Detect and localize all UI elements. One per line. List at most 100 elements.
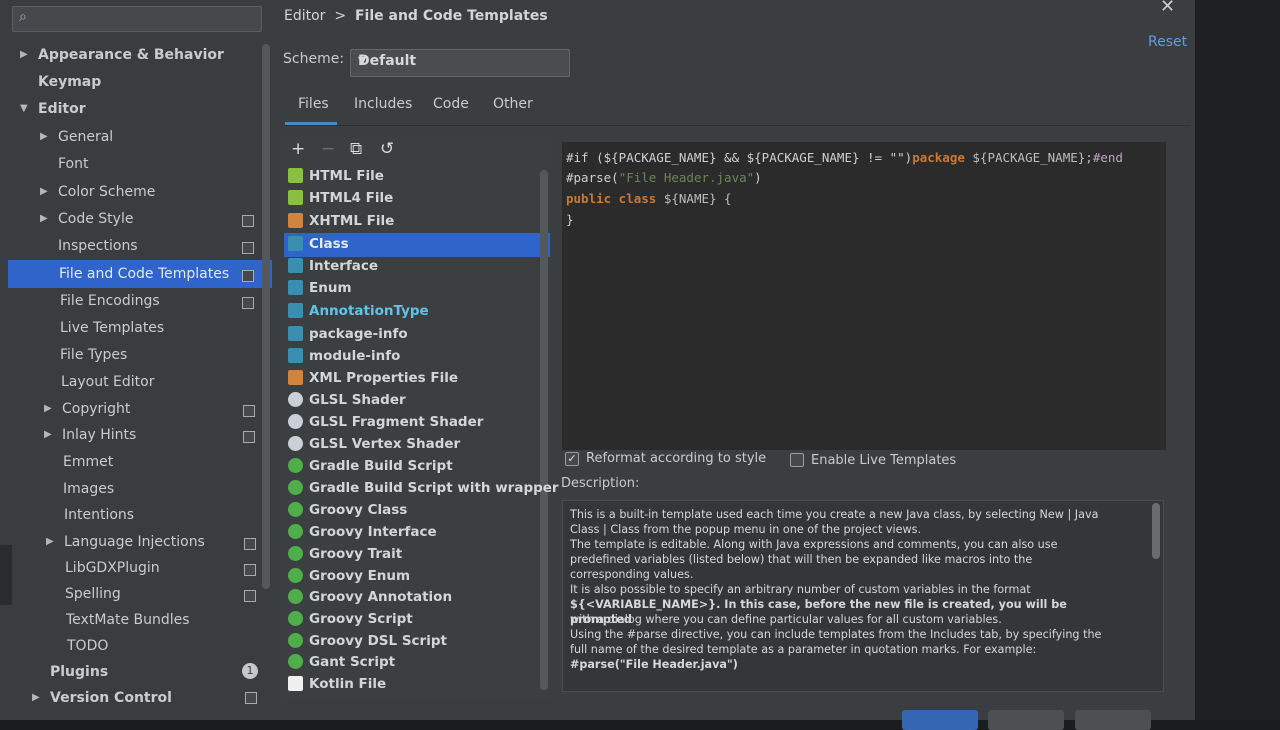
tree-item-textmate-bundles[interactable]: TextMate Bundles [66, 608, 190, 632]
tree-item-language-injections[interactable]: ▶ Language Injections [46, 530, 205, 554]
template-item[interactable]: GLSL Vertex Shader [288, 433, 460, 455]
background-right [1195, 0, 1280, 720]
template-item[interactable]: XML Properties File [288, 367, 458, 389]
template-item[interactable]: Groovy Annotation [288, 586, 452, 608]
tab-includes[interactable]: Includes [354, 96, 412, 112]
expand-arrow-icon[interactable]: ▶ [40, 180, 48, 204]
template-item[interactable]: Gradle Build Script with wrapper [288, 477, 559, 499]
template-item[interactable]: Groovy Script [288, 608, 413, 630]
remove-icon[interactable]: − [321, 139, 335, 159]
tree-item-libgdxplugin[interactable]: LibGDXPlugin [65, 556, 160, 580]
ok-button[interactable] [902, 710, 978, 730]
description-line: Using the #parse directive, you can incl… [570, 628, 1102, 641]
gradle-icon [288, 480, 303, 495]
description-line: with a dialog where you can define parti… [570, 613, 1002, 626]
tree-item-label: Font [58, 156, 89, 172]
add-icon[interactable]: + [291, 139, 305, 159]
tree-item-general[interactable]: ▶ General [40, 125, 113, 149]
search-icon: ⌕ [19, 9, 27, 25]
template-item[interactable]: Groovy Interface [288, 521, 437, 543]
breadcrumb-parent[interactable]: Editor [284, 8, 325, 24]
tab-other[interactable]: Other [493, 96, 533, 112]
tree-item-color-scheme[interactable]: ▶ Color Scheme [40, 180, 155, 204]
tree-item-label: Inlay Hints [62, 427, 137, 443]
expand-arrow-icon[interactable]: ▶ [32, 686, 40, 710]
template-item[interactable]: HTML File [288, 165, 384, 187]
settings-search-input[interactable]: ⌕ [12, 6, 262, 32]
cancel-button[interactable] [988, 710, 1064, 730]
expand-arrow-icon[interactable]: ▶ [44, 423, 52, 447]
tree-item-editor[interactable]: ▼ Editor [20, 97, 86, 121]
project-scope-icon [244, 590, 256, 602]
expand-arrow-icon[interactable]: ▶ [40, 125, 48, 149]
template-item[interactable]: Groovy Class [288, 499, 407, 521]
tab-code[interactable]: Code [433, 96, 469, 112]
tree-item-code-style[interactable]: ▶ Code Style [40, 207, 133, 231]
live-templates-checkbox[interactable] [790, 453, 804, 467]
tree-item-inlay-hints[interactable]: ▶ Inlay Hints [44, 423, 137, 447]
template-item[interactable]: Gradle Build Script [288, 455, 453, 477]
tree-item-copyright[interactable]: ▶ Copyright [44, 397, 130, 421]
expand-arrow-icon[interactable]: ▶ [44, 397, 52, 421]
tree-item-font[interactable]: Font [58, 152, 88, 176]
tree-item-spelling[interactable]: Spelling [65, 582, 121, 606]
template-item[interactable]: Interface [288, 255, 378, 277]
template-list-scrollbar[interactable] [540, 170, 548, 690]
collapse-arrow-icon[interactable]: ▼ [20, 97, 28, 121]
tree-item-keymap[interactable]: Keymap [38, 70, 101, 94]
expand-arrow-icon[interactable]: ▶ [46, 530, 54, 554]
description-scrollbar[interactable] [1152, 503, 1160, 559]
template-item[interactable]: GLSL Fragment Shader [288, 411, 483, 433]
tree-item-inspections[interactable]: Inspections [58, 234, 138, 258]
project-scope-icon [243, 405, 255, 417]
scheme-label: Scheme: [283, 51, 345, 67]
description-panel[interactable]: This is a built-in template used each ti… [562, 500, 1164, 692]
tree-item-plugins[interactable]: Plugins [50, 660, 108, 684]
tree-item-live-templates[interactable]: Live Templates [60, 316, 164, 340]
reset-to-default-icon[interactable]: ↺ [380, 139, 394, 159]
tree-scrollbar[interactable] [262, 44, 270, 589]
tree-item-emmet[interactable]: Emmet [63, 450, 113, 474]
template-item[interactable]: Enum [288, 277, 352, 299]
reset-link[interactable]: Reset [1148, 34, 1187, 50]
template-item[interactable]: module-info [288, 345, 400, 367]
template-item[interactable]: Groovy DSL Script [288, 630, 447, 652]
template-item[interactable]: HTML4 File [288, 187, 393, 209]
tab-files[interactable]: Files [298, 96, 329, 112]
template-item-selected[interactable]: Class [288, 233, 349, 255]
html-file-icon [288, 190, 303, 205]
breadcrumb: Editor > File and Code Templates [284, 8, 548, 24]
expand-arrow-icon[interactable]: ▶ [20, 43, 28, 67]
expand-arrow-icon[interactable]: ▶ [40, 207, 48, 231]
project-scope-icon [243, 431, 255, 443]
tree-item-label: Editor [38, 101, 86, 117]
tree-item-todo[interactable]: TODO [67, 634, 108, 658]
groovy-icon [288, 589, 303, 604]
template-item[interactable]: package-info [288, 323, 408, 345]
tree-item-appearance[interactable]: ▶ Appearance & Behavior [20, 43, 224, 67]
template-item[interactable]: Groovy Enum [288, 565, 410, 587]
template-item[interactable]: GLSL Shader [288, 389, 406, 411]
tree-item-intentions[interactable]: Intentions [64, 503, 134, 527]
scheme-dropdown[interactable]: Default ▼ [350, 49, 570, 77]
apply-button[interactable] [1075, 710, 1151, 730]
description-line: corresponding values. [570, 568, 694, 581]
template-item[interactable]: XHTML File [288, 210, 394, 232]
tree-item-label: File Encodings [60, 293, 160, 309]
tree-item-images[interactable]: Images [63, 477, 114, 501]
tree-item-file-encodings[interactable]: File Encodings [60, 289, 160, 313]
tree-item-version-control[interactable]: ▶ Version Control [32, 686, 172, 710]
template-item[interactable]: Groovy Trait [288, 543, 402, 565]
tree-item-file-types[interactable]: File Types [60, 343, 127, 367]
template-code-editor[interactable]: #if (${PACKAGE_NAME} && ${PACKAGE_NAME} … [562, 142, 1166, 450]
copy-icon[interactable]: ⧉ [350, 139, 362, 159]
template-item[interactable]: Gant Script [288, 651, 395, 673]
plugins-update-badge: 1 [242, 663, 258, 679]
template-item[interactable]: AnnotationType [288, 300, 429, 322]
project-scope-icon [245, 692, 257, 704]
template-item[interactable]: Kotlin File [288, 673, 386, 695]
tree-item-file-and-code-templates[interactable]: File and Code Templates [59, 262, 229, 286]
tree-item-layout-editor[interactable]: Layout Editor [61, 370, 154, 394]
close-icon[interactable]: ✕ [1160, 0, 1175, 17]
reformat-checkbox[interactable]: ✓ [565, 452, 579, 466]
